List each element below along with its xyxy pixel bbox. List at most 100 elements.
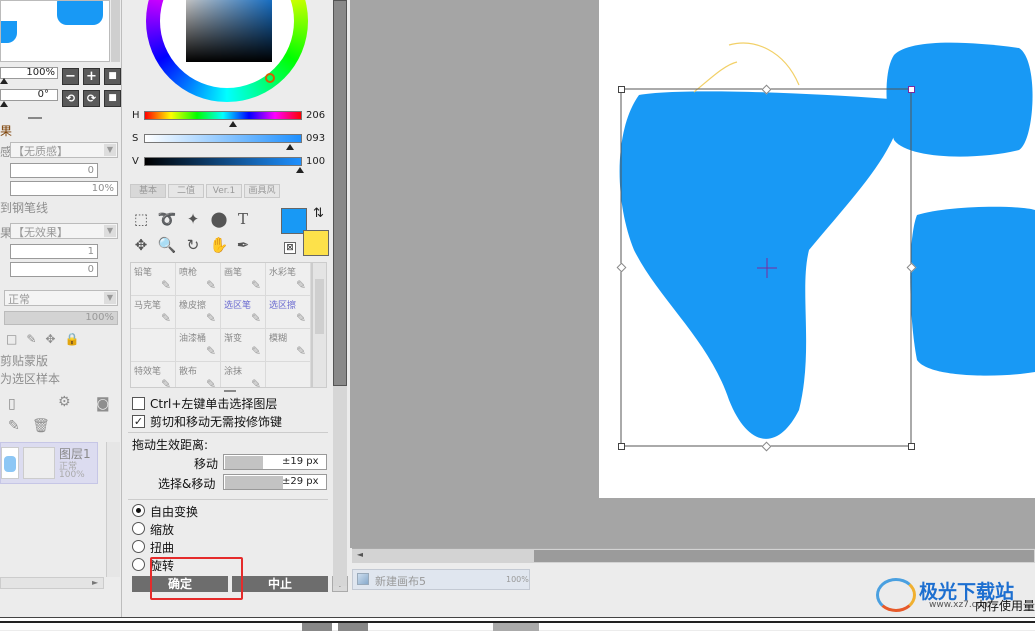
canvas-tab-name: 新建画布5 [375,575,426,588]
texture-strength-field[interactable]: 10% [10,181,118,196]
brush-cell[interactable] [266,362,311,387]
brush-scroll-thumb[interactable] [315,279,324,334]
lasso-icon[interactable]: ➰ [156,208,178,230]
brush-cell[interactable]: 水彩笔 ✎ [266,263,311,296]
brush-cell[interactable]: 画笔 ✎ [221,263,266,296]
canvas-h-thumb[interactable] [534,550,1034,562]
brush-cell[interactable]: 油漆桶 ✎ [176,329,221,362]
tab-basic[interactable]: 基本 [130,184,166,198]
h-thumb-icon[interactable] [229,121,237,127]
trash-icon[interactable]: 🗑 [32,418,50,434]
transform-handle-br[interactable] [908,443,915,450]
s-slider[interactable] [144,134,302,143]
brush-label: 特效笔 [134,367,162,377]
angle-thumb-icon[interactable] [0,101,8,107]
rotate-tool-icon[interactable]: ↻ [182,234,204,256]
texture-field[interactable]: 0 [10,163,98,178]
zoom-out-button[interactable]: − [62,68,79,85]
brush-cell[interactable]: 选区擦 ✎ [266,296,311,329]
texture-select[interactable]: 【无质感】 ▼ [10,142,118,158]
s-thumb-icon[interactable] [286,144,294,150]
color-square[interactable] [186,0,272,62]
brush-cell[interactable]: 喷枪 ✎ [176,263,221,296]
transform-handle-tl[interactable] [618,86,625,93]
transparent-color-icon[interactable]: ⊠ [284,242,296,254]
chevron-down-icon: ▼ [104,225,116,237]
brush-cell[interactable] [131,329,176,362]
nav-scrollbar[interactable] [111,0,120,62]
canvas-drawing[interactable] [599,0,1035,498]
zoom-thumb-icon[interactable] [0,78,8,84]
brush-cell[interactable]: 渐变 ✎ [221,329,266,362]
move-icon[interactable]: ✥ [130,234,152,256]
layer-scrollbar[interactable] [106,442,120,577]
shape-icon[interactable]: ⬤ [208,208,230,230]
ctrl-click-checkbox[interactable] [132,397,145,410]
zoom-slider[interactable]: 100% [0,67,58,79]
new-mask-icon[interactable]: ◙ [96,396,110,412]
brush-icon: ✎ [250,344,261,358]
rotate-radio[interactable] [132,558,145,571]
swap-colors-icon[interactable]: ⇅ [313,206,324,221]
tab-ver1[interactable]: Ver.1 [206,184,242,198]
brush-label: 选区擦 [269,301,297,311]
brush-cell[interactable]: 选区笔 ✎ [221,296,266,329]
layer-row[interactable]: 图层1 正常 100% [0,442,98,484]
brush-cell[interactable]: 散布 ✎ [176,362,221,387]
free-transform-radio[interactable] [132,504,145,517]
blend-mode-select[interactable]: 正常 ▼ [4,290,118,306]
text-tool-icon[interactable]: T [232,208,254,230]
tool-panel-scrolltrack[interactable] [333,386,347,586]
panel-splitter[interactable] [224,390,236,392]
effect-strength-field[interactable]: 0 [10,262,98,277]
nav-thumbnail[interactable] [0,0,110,62]
effect-width-field[interactable]: 1 [10,244,98,259]
brush-cell[interactable]: 特效笔 ✎ [131,362,176,387]
opacity-slider[interactable]: 100% [4,311,118,325]
canvas-h-scrollbar[interactable]: ◄ [352,548,1035,563]
tab-painter[interactable]: 画具风 [244,184,280,198]
select-move-slider[interactable]: ±29 px [223,474,327,490]
layer-h-scrollbar[interactable] [0,577,104,589]
effect-select[interactable]: 【无效果】 ▼ [10,223,118,239]
brush-icon: ✎ [250,311,261,325]
move-distance-slider[interactable]: ±19 px [223,454,327,470]
scale-radio[interactable] [132,522,145,535]
canvas-tab[interactable]: 新建画布5 100% [352,569,530,590]
v-slider[interactable] [144,157,302,166]
scroll-right-icon[interactable]: ► [92,578,98,587]
transform-handle-bl[interactable] [618,443,625,450]
tab-binary[interactable]: 二值 [168,184,204,198]
brush-cell[interactable]: 马克笔 ✎ [131,296,176,329]
no-modifier-checkbox[interactable]: ✓ [132,415,145,428]
hand-tool-icon[interactable]: ✋ [208,234,230,256]
zoom-reset-button[interactable]: ■ [104,68,121,85]
brush-cell[interactable]: 模糊 ✎ [266,329,311,362]
brush-cell[interactable]: 橡皮擦 ✎ [176,296,221,329]
rect-select-icon[interactable]: ⬚ [130,208,152,230]
h-slider[interactable] [144,111,302,120]
zoom-in-button[interactable]: + [83,68,100,85]
new-layer-icon[interactable]: ▯ [8,396,16,412]
tool-panel-scrollbar[interactable] [333,0,347,386]
cancel-button[interactable]: 中止 [232,576,328,592]
edit-layer-icon[interactable]: ✎ [8,418,20,434]
distort-radio[interactable] [132,540,145,553]
layer-effect-icon[interactable]: ⚙ [58,394,71,410]
v-thumb-icon[interactable] [296,167,304,173]
zoom-tool-icon[interactable]: 🔍 [156,234,178,256]
angle-slider[interactable]: 0° [0,89,58,101]
brush-scrollbar[interactable] [312,262,327,388]
rotate-right-button[interactable]: ⟳ [83,90,100,107]
rotate-left-button[interactable]: ⟲ [62,90,79,107]
magic-wand-icon[interactable]: ✦ [182,208,204,230]
transform-handle-tr[interactable] [908,86,915,93]
brush-cell[interactable]: 铅笔 ✎ [131,263,176,296]
brush-cell[interactable]: 涂抹 ✎ [221,362,266,387]
scroll-left-icon[interactable]: ◄ [354,550,366,562]
rotate-reset-button[interactable]: ■ [104,90,121,107]
secondary-color-swatch[interactable] [303,230,329,256]
eyedropper-icon[interactable]: ✒ [232,234,254,256]
hue-picker[interactable] [265,73,275,83]
h-label: H [132,110,140,121]
